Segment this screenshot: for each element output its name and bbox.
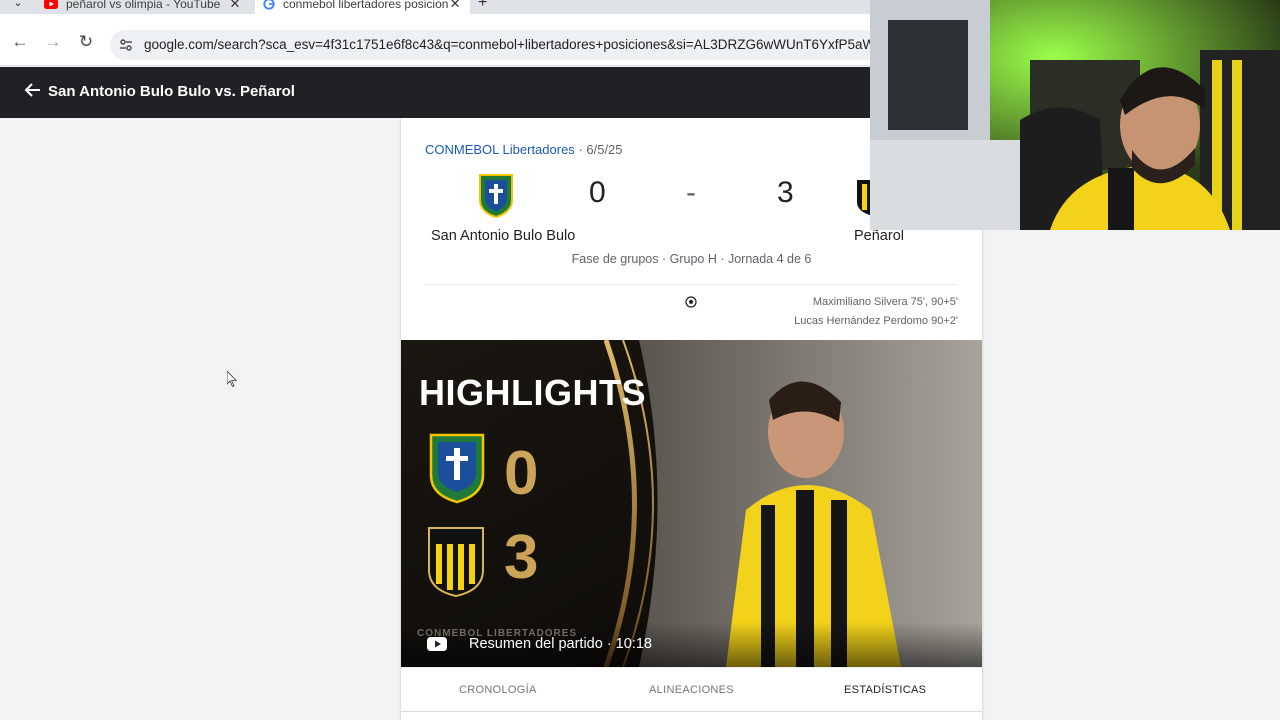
back-arrow-icon[interactable]: ← <box>10 32 30 52</box>
browser-tab-google[interactable]: conmebol libertadores posicion ✕ <box>255 0 470 14</box>
match-tabs: CRONOLOGÍA ALINEACIONES ESTADÍSTICAS <box>401 667 982 712</box>
highlights-home-score: 0 <box>504 439 539 508</box>
video-caption: Resumen del partido · 10:18 <box>469 636 652 652</box>
google-icon <box>263 0 275 10</box>
back-arrow-icon[interactable] <box>24 81 42 99</box>
tab-cronologia[interactable]: CRONOLOGÍA <box>401 668 595 711</box>
scorer-line: Maximiliano Silvera 75', 90+5' <box>812 296 958 308</box>
tab-estadisticas[interactable]: ESTADÍSTICAS <box>788 668 982 711</box>
score-separator: - <box>686 176 696 209</box>
youtube-icon <box>44 0 58 9</box>
match-date: · 6/5/25 <box>578 142 623 157</box>
tab-title: conmebol libertadores posicion <box>283 0 449 11</box>
mouse-cursor-icon <box>227 371 237 387</box>
youtube-play-icon[interactable] <box>427 637 447 651</box>
webcam-image <box>870 0 1280 230</box>
highlights-title: HIGHLIGHTS <box>419 372 646 413</box>
reload-icon[interactable]: ↻ <box>76 32 96 52</box>
away-score: 3 <box>777 176 794 209</box>
highlights-video[interactable]: HIGHLIGHTS 0 3 CONMEBOL LIBERTADORES Res… <box>401 340 982 667</box>
divider <box>425 284 958 285</box>
address-bar[interactable]: google.com/search?sca_esv=4f31c1751e6f8c… <box>110 30 910 60</box>
home-score: 0 <box>589 176 606 209</box>
site-settings-icon[interactable] <box>118 37 134 53</box>
url-text: google.com/search?sca_esv=4f31c1751e6f8c… <box>144 37 884 52</box>
close-tab-icon[interactable]: ✕ <box>228 0 242 12</box>
browser-tab-youtube[interactable]: peñarol vs olimpia - YouTube ✕ <box>36 0 250 14</box>
competition-line: CONMEBOL Libertadores · 6/5/25 <box>425 142 623 157</box>
tab-alineaciones[interactable]: ALINEACIONES <box>595 668 789 711</box>
forward-arrow-icon[interactable]: → <box>43 32 63 52</box>
match-stage: Fase de grupos · Grupo H · Jornada 4 de … <box>571 252 812 266</box>
match-title: San Antonio Bulo Bulo vs. Peñarol <box>48 83 295 100</box>
new-tab-plus-icon[interactable]: + <box>478 0 487 12</box>
competition-link[interactable]: CONMEBOL Libertadores <box>425 142 575 157</box>
close-tab-icon[interactable]: ✕ <box>448 0 462 12</box>
san-antonio-crest-icon <box>479 174 513 218</box>
tab-search-chevron-icon[interactable]: ⌄ <box>8 0 28 14</box>
home-team-name[interactable]: San Antonio Bulo Bulo <box>431 228 575 244</box>
tab-title: peñarol vs olimpia - YouTube <box>66 0 221 11</box>
highlights-away-score: 3 <box>504 523 539 592</box>
scorer-line: Lucas Hernández Perdomo 90+2' <box>794 315 958 327</box>
webcam-overlay <box>870 0 1280 230</box>
soccer-ball-icon <box>685 296 697 308</box>
away-team-name[interactable]: Peñarol <box>854 228 904 244</box>
